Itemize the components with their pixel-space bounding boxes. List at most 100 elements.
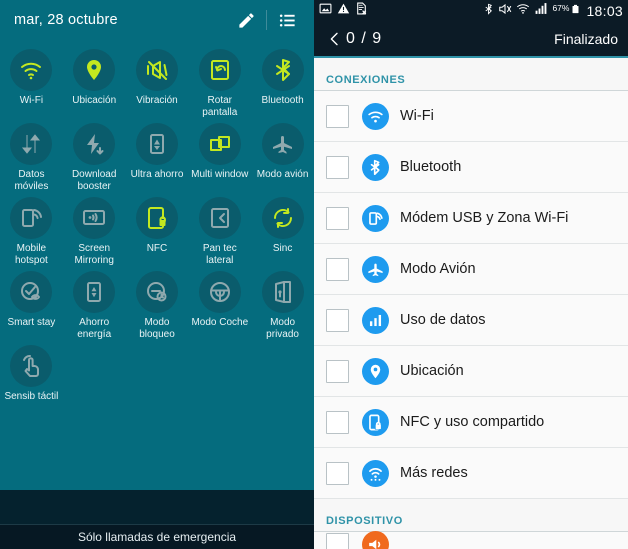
- edit-mode-header: 0 / 9 Finalizado: [314, 22, 628, 58]
- quick-tile-ultra-power-saving[interactable]: Ultra ahorro: [126, 118, 189, 192]
- quick-tile-airplane[interactable]: Modo avión: [251, 118, 314, 192]
- settings-row-label: Más redes: [400, 465, 468, 481]
- airplane-icon: [261, 123, 304, 165]
- wifi-icon: [362, 102, 389, 130]
- tile-row: Mobile hotspot Screen Mirroring NFC Pan tec…: [0, 192, 314, 266]
- status-bar-system-icons: 67% 18:03: [483, 2, 623, 21]
- touch-sensitivity-icon: [10, 345, 53, 387]
- row-checkbox[interactable]: [326, 461, 349, 485]
- sync-icon: [261, 197, 304, 239]
- quick-tile-label: Sinc: [272, 243, 293, 254]
- quick-settings-panel: mar, 28 octubre Wi-Fi Ubicación Vibración R…: [0, 0, 314, 549]
- settings-row[interactable]: Bluetooth: [314, 142, 628, 193]
- bluetooth-icon: [483, 2, 494, 21]
- wifi-icon: [10, 49, 53, 91]
- settings-row[interactable]: Wi-Fi: [314, 91, 628, 142]
- section-title: CONEXIONES: [326, 74, 406, 86]
- ultra-power-saving-icon: [135, 123, 178, 165]
- settings-row-label: Ubicación: [400, 363, 464, 379]
- document-error-icon: [355, 2, 368, 20]
- screenshot-image-icon: [319, 2, 332, 20]
- settings-row-label: Módem USB y Zona Wi-Fi: [400, 210, 569, 226]
- quick-tile-label: Ahorro energía: [77, 317, 112, 340]
- chevron-left-icon[interactable]: [324, 30, 344, 48]
- settings-row[interactable]: Modo Avión: [314, 244, 628, 295]
- settings-row[interactable]: Módem USB y Zona Wi-Fi: [314, 193, 628, 244]
- settings-row[interactable]: Ubicación: [314, 346, 628, 397]
- quick-tile-bluetooth[interactable]: Bluetooth: [251, 44, 314, 118]
- quick-tile-private-mode[interactable]: Modo privado: [251, 266, 314, 340]
- quick-tile-label: Smart stay: [7, 317, 56, 328]
- row-checkbox[interactable]: [326, 104, 349, 128]
- quick-tile-car-mode[interactable]: Modo Coche: [188, 266, 251, 340]
- quick-tile-label: NFC: [146, 243, 168, 254]
- status-bar-notifications: [319, 2, 483, 20]
- selection-counter: 0 / 9: [346, 30, 383, 47]
- wifi-icon: [516, 2, 530, 20]
- settings-row-label: Modo Avión: [400, 261, 476, 277]
- quick-tile-mobile-data[interactable]: Datos móviles: [0, 118, 63, 192]
- row-checkbox[interactable]: [326, 359, 349, 383]
- quick-tile-label: Mobile hotspot: [14, 243, 48, 266]
- quick-tile-hotspot[interactable]: Mobile hotspot: [0, 192, 63, 266]
- quick-tile-screen-mirroring[interactable]: Screen Mirroring: [63, 192, 126, 266]
- quick-tile-screen-rotate[interactable]: Rotar pantalla: [188, 44, 251, 118]
- location-pin-icon: [73, 49, 116, 91]
- quick-tile-power-saving[interactable]: Ahorro energía: [63, 266, 126, 340]
- tile-row: Datos móviles Download booster Ultra ahorr…: [0, 118, 314, 192]
- done-button[interactable]: Finalizado: [554, 31, 618, 47]
- quick-tile-blocking-mode[interactable]: Modo bloqueo: [126, 266, 189, 340]
- settings-row-label: Uso de datos: [400, 312, 486, 328]
- row-checkbox[interactable]: [326, 257, 349, 281]
- quick-tile-label: Ultra ahorro: [130, 169, 184, 180]
- quick-panel-header-actions: [229, 4, 304, 36]
- quick-tile-vibrate-mute[interactable]: Vibración: [126, 44, 189, 118]
- download-booster-icon: [73, 123, 116, 165]
- mute-icon: [498, 2, 512, 21]
- bluetooth-icon: [261, 49, 304, 91]
- panel-empty-area: [0, 490, 314, 525]
- emergency-call-bar[interactable]: Sólo llamadas de emergencia: [0, 524, 314, 549]
- signal-bars-icon: [534, 2, 548, 20]
- quick-tile-nfc[interactable]: NFC: [126, 192, 189, 266]
- quick-tile-download-booster[interactable]: Download booster: [63, 118, 126, 192]
- quick-tile-location-pin[interactable]: Ubicación: [63, 44, 126, 118]
- edit-pencil-icon[interactable]: [229, 4, 263, 36]
- power-saving-icon: [73, 271, 116, 313]
- settings-row[interactable]: NFC y uso compartido: [314, 397, 628, 448]
- data-usage-icon: [362, 306, 389, 334]
- battery-percent-label: 67%: [552, 3, 570, 13]
- row-checkbox[interactable]: [326, 155, 349, 179]
- quick-tile-label: Modo Coche: [191, 317, 249, 328]
- quick-tile-touch-sensitivity[interactable]: Sensib táctil: [0, 340, 63, 403]
- quick-tile-label: Modo avión: [256, 169, 309, 180]
- quick-tile-label: Screen Mirroring: [74, 243, 114, 266]
- settings-row[interactable]: Más redes: [314, 448, 628, 499]
- settings-row[interactable]: Uso de datos: [314, 295, 628, 346]
- row-checkbox[interactable]: [326, 410, 349, 434]
- quick-tile-label: Modo bloqueo: [139, 317, 175, 340]
- list-view-icon[interactable]: [270, 4, 304, 36]
- row-checkbox[interactable]: [326, 308, 349, 332]
- mobile-data-icon: [10, 123, 53, 165]
- row-checkbox[interactable]: [326, 206, 349, 230]
- quick-tile-smart-stay-eye[interactable]: Smart stay: [0, 266, 63, 340]
- screen-mirroring-icon: [73, 197, 116, 239]
- airplane-icon: [362, 255, 389, 283]
- row-checkbox[interactable]: [326, 532, 349, 549]
- tethering-icon: [362, 204, 389, 232]
- hotspot-icon: [10, 197, 53, 239]
- nfc-icon: [135, 197, 178, 239]
- status-bar-clock: 18:03: [586, 3, 623, 19]
- quick-tile-sync[interactable]: Sinc: [251, 192, 314, 266]
- blocking-mode-icon: [135, 271, 178, 313]
- tile-row: Wi-Fi Ubicación Vibración Rotar pantalla Blu…: [0, 44, 314, 118]
- quick-tile-side-panel[interactable]: Pan tec lateral: [188, 192, 251, 266]
- quick-tile-label: Rotar pantalla: [202, 95, 238, 118]
- settings-row[interactable]: [314, 530, 628, 549]
- quick-tile-wifi[interactable]: Wi-Fi: [0, 44, 63, 118]
- warning-triangle-icon: [337, 2, 350, 20]
- quick-tile-multi-window[interactable]: Multi window: [188, 118, 251, 192]
- status-bar: 67% 18:03: [314, 0, 628, 22]
- side-panel-icon: [198, 197, 241, 239]
